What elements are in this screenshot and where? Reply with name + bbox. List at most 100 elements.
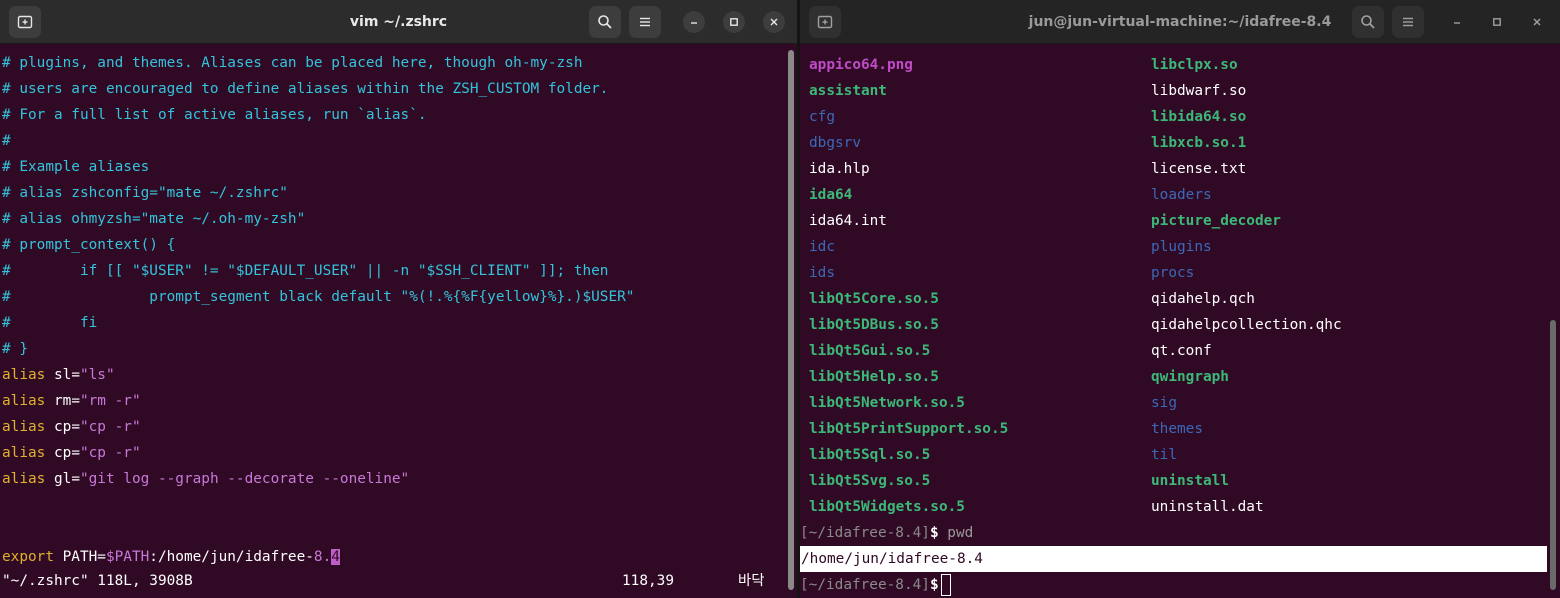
file-entry: qt.conf [1151, 343, 1212, 359]
hamburger-menu-icon [1403, 17, 1413, 27]
new-tab-icon [817, 15, 833, 29]
code-token: gl= [45, 471, 80, 487]
minimize-icon [691, 22, 697, 24]
code-token: # alias zshconfig="mate ~/.zshrc" [2, 185, 288, 201]
search-button[interactable] [1352, 6, 1384, 38]
search-icon [598, 15, 612, 29]
maximize-button[interactable] [1486, 11, 1508, 33]
code-token: # } [2, 341, 28, 357]
vim-line: alias sl="ls" [2, 362, 115, 388]
file-entry: libclpx.so [1151, 57, 1238, 73]
code-token: # fi [2, 315, 98, 331]
file-entry: dbgsrv [809, 135, 861, 151]
file-entry: qidahelp.qch [1151, 291, 1255, 307]
shell-output-area[interactable]: [~/idafree-8.4]$ pwd /home/jun/idafree-8… [800, 44, 1560, 598]
prompt-line: [~/idafree-8.4]$ pwd [800, 520, 973, 546]
code-token: "git log --graph --decorate --oneline" [79, 471, 410, 487]
text-cursor [940, 574, 951, 596]
file-entry: libQt5Widgets.so.5 [809, 499, 965, 515]
file-entry: ids [809, 265, 835, 281]
code-token: "cp -r" [79, 419, 141, 435]
window-title: vim ~/.zshrc [349, 14, 448, 30]
maximize-icon [1493, 18, 1501, 26]
file-entry: libQt5DBus.so.5 [809, 317, 939, 333]
scrollbar[interactable] [788, 50, 794, 590]
code-token: "rm -r" [79, 393, 141, 409]
close-icon [1533, 18, 1541, 26]
new-tab-button[interactable] [809, 6, 841, 38]
vim-line: export PATH=$PATH:/home/jun/idafree-8.4 [2, 544, 340, 570]
vim-line: # [2, 128, 11, 154]
file-entry: libQt5Help.so.5 [809, 369, 939, 385]
code-token: alias [2, 367, 46, 383]
file-entry: qidahelpcollection.qhc [1151, 317, 1342, 333]
titlebar[interactable]: jun@jun-virtual-machine:~/idafree-8.4 [800, 0, 1560, 44]
close-button[interactable] [1526, 11, 1548, 33]
file-entry: libdwarf.so [1151, 83, 1247, 99]
hamburger-menu-icon [640, 17, 650, 27]
menu-button[interactable] [629, 6, 661, 38]
code-token: alias [2, 445, 46, 461]
code-token: # users are encouraged to define aliases… [2, 81, 609, 97]
file-entry: qwingraph [1151, 369, 1229, 385]
command-output: /home/jun/idafree-8.4 [800, 546, 1547, 572]
file-entry: libQt5Sql.so.5 [809, 447, 931, 463]
code-token: alias [2, 393, 46, 409]
shell-terminal-window[interactable]: jun@jun-virtual-machine:~/idafree-8.4 [~… [800, 0, 1560, 598]
prompt-symbol: $ [929, 525, 939, 541]
vim-line: # plugins, and themes. Aliases can be pl… [2, 50, 582, 76]
code-token: # [2, 133, 11, 149]
file-entry: plugins [1151, 239, 1212, 255]
vim-terminal-window[interactable]: vim ~/.zshrc "~/.zshrc" 118L, 3908B 118,… [0, 0, 797, 598]
vim-cursor: 4 [331, 549, 340, 565]
close-icon [770, 18, 778, 26]
menu-button[interactable] [1392, 6, 1424, 38]
vim-line: # Example aliases [2, 154, 149, 180]
command-text: pwd [938, 525, 974, 541]
file-entry: libQt5Gui.so.5 [809, 343, 931, 359]
scrollbar[interactable] [1550, 320, 1556, 590]
vim-status-cursor-position: 118,39 [622, 573, 674, 589]
file-entry: ida64 [809, 187, 853, 203]
file-entry: sig [1151, 395, 1177, 411]
vim-line: # if [[ "$USER" != "$DEFAULT_USER" || -n… [2, 258, 608, 284]
code-token: export [2, 549, 54, 565]
code-token: $PATH [105, 549, 150, 565]
prompt-line-active[interactable]: [~/idafree-8.4]$ [800, 572, 951, 598]
file-entry: themes [1151, 421, 1203, 437]
minimize-button[interactable] [683, 11, 705, 33]
vim-line: # alias ohmyzsh="mate ~/.oh-my-zsh" [2, 206, 305, 232]
code-token: # prompt_context() { [2, 237, 176, 253]
code-token: rm= [45, 393, 80, 409]
file-entry: license.txt [1151, 161, 1247, 177]
vim-editor-area[interactable]: "~/.zshrc" 118L, 3908B 118,39 바닥 # plugi… [0, 44, 797, 598]
code-token: cp= [45, 419, 80, 435]
vim-line: # prompt_context() { [2, 232, 175, 258]
search-button[interactable] [589, 6, 621, 38]
file-entry: appico64.png [809, 57, 913, 73]
file-entry: libQt5Network.so.5 [809, 395, 965, 411]
code-token: # if [[ "$USER" != "$DEFAULT_USER" || -n… [2, 263, 609, 279]
prompt-path: [~/idafree-8.4] [800, 577, 930, 593]
code-token: "cp -r" [79, 445, 141, 461]
code-token: alias [2, 471, 46, 487]
vim-line: # fi [2, 310, 97, 336]
code-token: # For a full list of active aliases, run… [2, 107, 427, 123]
minimize-button[interactable] [1446, 11, 1468, 33]
code-token: "ls" [79, 367, 115, 383]
titlebar[interactable]: vim ~/.zshrc [0, 0, 797, 44]
file-entry: cfg [809, 109, 835, 125]
file-entry: uninstall.dat [1151, 499, 1264, 515]
new-tab-button[interactable] [9, 6, 41, 38]
minimize-icon [1454, 22, 1460, 24]
file-entry: loaders [1151, 187, 1212, 203]
file-entry: assistant [809, 83, 887, 99]
vim-line: # alias zshconfig="mate ~/.zshrc" [2, 180, 288, 206]
close-button[interactable] [763, 11, 785, 33]
vim-line: # users are encouraged to define aliases… [2, 76, 608, 102]
code-token: sl= [45, 367, 80, 383]
file-entry: ida64.int [809, 213, 887, 229]
code-token: # plugins, and themes. Aliases can be pl… [2, 55, 583, 71]
maximize-button[interactable] [723, 11, 745, 33]
file-entry: procs [1151, 265, 1195, 281]
